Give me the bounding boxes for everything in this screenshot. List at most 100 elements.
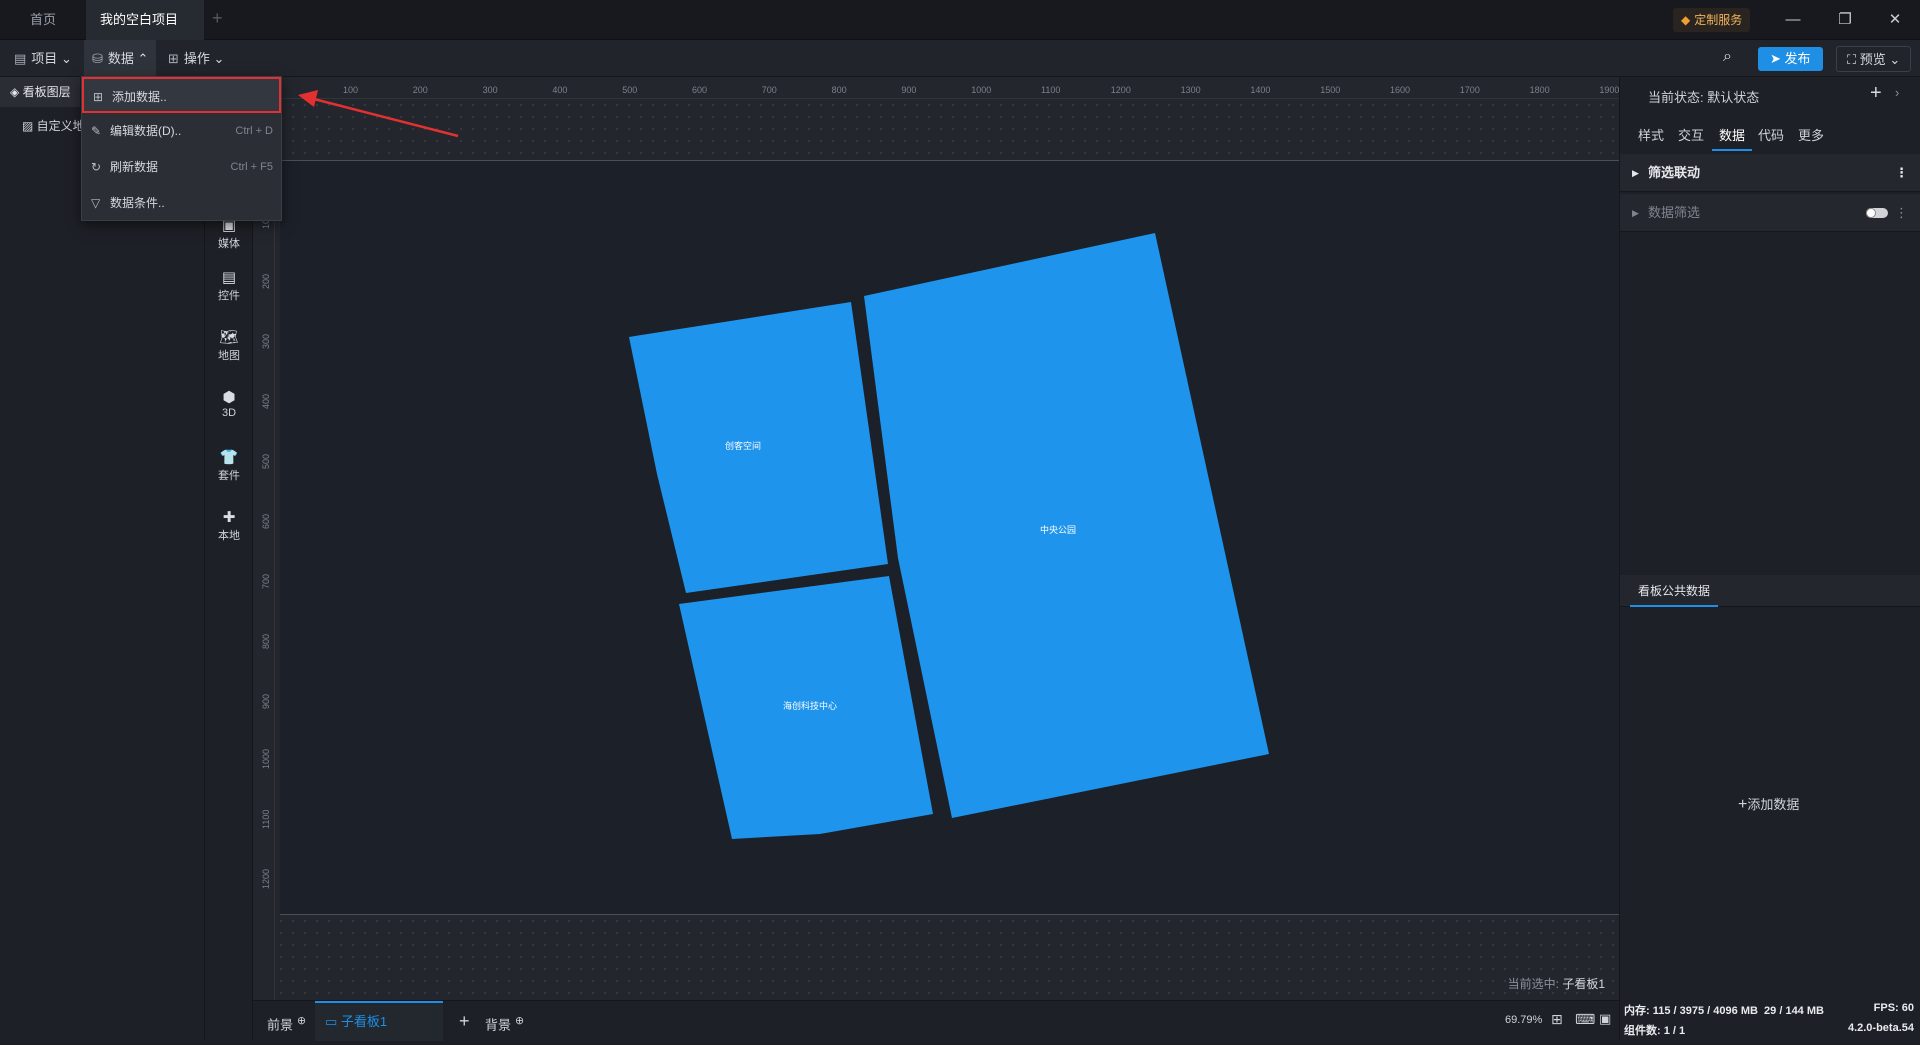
controls-icon: ▤ (221, 269, 237, 286)
ruler-tick-label: 800 (261, 633, 271, 649)
3d-button[interactable]: ⬢ 3D (205, 389, 253, 419)
zoom-level[interactable]: 69.79% (1505, 1014, 1542, 1026)
chevron-up-icon: ⌃ (137, 51, 149, 66)
cube-icon: ⬢ (222, 389, 236, 406)
fullscreen-icon: ⛶ (1847, 52, 1860, 67)
map-layer-icon: ▨ (22, 119, 37, 133)
chevron-down-icon: ⌄ (60, 51, 72, 66)
toolbar: ▤ 项目 ⌄ ⛁ 数据 ⌃ ⊞ 操作 ⌄ ⌕ ➤ 发布 ⛶ 预览 ⌄ (0, 40, 1920, 77)
publish-button[interactable]: ➤ 发布 (1758, 47, 1823, 71)
kit-button[interactable]: 👕 套件 (205, 449, 253, 483)
add-circle-icon[interactable]: ⊕ (297, 1015, 306, 1027)
tab-more[interactable]: 更多 (1798, 121, 1824, 151)
edit-data-item[interactable]: ✎ 编辑数据(D).. Ctrl + D (82, 113, 281, 149)
refresh-data-item[interactable]: ↻ 刷新数据 Ctrl + F5 (82, 149, 281, 185)
current-state: 当前状态: 默认状态 (1648, 90, 1760, 105)
red-arrow-annotation (298, 90, 459, 138)
map-icon: 🗺 (219, 329, 239, 346)
fit-screen-icon[interactable]: ⊞ (1551, 1011, 1563, 1028)
tab-home[interactable]: 首页 (16, 0, 70, 40)
add-data-item[interactable]: ⊞ 添加数据.. (82, 77, 281, 113)
refresh-icon: ↻ (91, 160, 102, 174)
caret-right-icon: ▶ (1632, 208, 1639, 218)
add-data-button[interactable]: +添加数据 (1738, 794, 1799, 814)
ruler-tick-label: 1000 (971, 85, 992, 95)
menu-operate[interactable]: ⊞ 操作 ⌄ (160, 40, 232, 77)
ruler-tick-label: 1800 (1529, 85, 1550, 95)
component-count: 组件数: 1 / 1 (1624, 1025, 1686, 1037)
data-filter-section[interactable]: ▶ 数据筛选 ⋮ (1620, 194, 1920, 232)
chevron-right-icon[interactable]: › (1895, 85, 1899, 100)
version-label: 4.2.0-beta.54 (1847, 1022, 1914, 1034)
preview-button[interactable]: ⛶ 预览 ⌄ (1836, 46, 1912, 72)
puzzle-icon: ✚ (222, 509, 236, 526)
data-filter-toggle[interactable] (1866, 208, 1888, 218)
ruler-tick-label: 1200 (261, 868, 271, 889)
more-vertical-icon[interactable]: ⋮ (1895, 194, 1908, 232)
ruler-tick-label: 700 (761, 85, 777, 95)
shirt-icon: 👕 (219, 449, 239, 466)
search-icon[interactable]: ⌕ (1723, 48, 1732, 66)
send-icon: ➤ (1770, 51, 1785, 66)
ruler-tick-label: 1100 (261, 809, 271, 829)
keyboard-icon[interactable]: ⌨ (1575, 1011, 1595, 1028)
media-button[interactable]: ▣ 媒体 (205, 217, 253, 251)
controls-button[interactable]: ▤ 控件 (205, 269, 253, 303)
caret-right-icon: ▶ (1632, 168, 1639, 178)
data-menu-dropdown: ⊞ 添加数据.. ✎ 编辑数据(D).. Ctrl + D ↻ 刷新数据 Ctrl + F… (81, 76, 282, 221)
menu-project[interactable]: ▤ 项目 ⌄ (6, 40, 80, 77)
layer-panel-title[interactable]: ◈ 看板图层 (0, 77, 80, 107)
sub-board-tab[interactable]: ▭ 子看板1 (315, 1001, 443, 1041)
ruler-tick-label: 500 (261, 453, 271, 469)
tab-data[interactable]: 数据 (1712, 121, 1752, 151)
more-vertical-icon[interactable]: ⋮ (1895, 154, 1908, 192)
memory-status: 内存: 115 / 3975 / 4096 MB 29 / 144 MB (1624, 1005, 1824, 1017)
current-selection: 当前选中: 子看板1 (1507, 977, 1605, 991)
region-label: 创客空间 (725, 440, 761, 451)
ruler-tick-label: 300 (482, 85, 498, 95)
background-tab[interactable]: 背景 ⊕ (475, 1001, 534, 1041)
add-circle-icon[interactable]: ⊕ (515, 1015, 524, 1027)
console-icon[interactable]: ▣ (1599, 1011, 1611, 1027)
ruler-tick-label: 200 (261, 273, 271, 289)
bottom-bar: 前景 ⊕ ▭ 子看板1 + 背景 ⊕ 69.79% ⊞ ⌨ ▣ (253, 1000, 1619, 1041)
filter-icon: ▽ (91, 196, 101, 210)
ruler-tick-label: 300 (261, 333, 271, 349)
custom-service-button[interactable]: ◆ 定制服务 (1673, 8, 1751, 32)
document-icon: ▤ (14, 51, 27, 66)
ruler-tick-label: 900 (261, 693, 271, 709)
filter-link-section[interactable]: ▶ 筛选联动 ⋮ (1620, 154, 1920, 192)
monitor-icon: ▭ (325, 1014, 341, 1029)
menu-data[interactable]: ⛁ 数据 ⌃ (84, 40, 157, 77)
canvas-board[interactable]: 创客空间 中央公园 海创科技中心 (280, 160, 1619, 915)
property-panel: 当前状态: 默认状态 + › 样式 交互 数据 代码 更多 ▶ 筛选联动 ⋮ ▶… (1619, 77, 1920, 1040)
add-state-icon[interactable]: + (1870, 82, 1882, 105)
ruler-tick-label: 1200 (1110, 85, 1131, 95)
front-tab[interactable]: 前景 ⊕ (257, 1001, 316, 1041)
grid-icon: ⊞ (168, 51, 179, 66)
ruler-tick-label: 1900 (1599, 85, 1620, 95)
ruler-tick-label: 1700 (1459, 85, 1480, 95)
public-data-tab[interactable]: 看板公共数据 (1630, 575, 1719, 607)
restore-icon[interactable]: ❐ (1822, 0, 1868, 40)
local-button[interactable]: ✚ 本地 (205, 509, 253, 543)
tab-project[interactable]: 我的空白项目 (86, 0, 204, 65)
ruler-tick-label: 900 (901, 85, 917, 95)
tab-code[interactable]: 代码 (1758, 121, 1784, 151)
fps-status: FPS: 60 (1873, 1002, 1914, 1014)
component-bar: ▣ 媒体 ▤ 控件 🗺 地图 ⬢ 3D 👕 套件 ✚ 本地 (205, 77, 253, 1040)
new-tab-icon[interactable]: + (212, 8, 223, 29)
ruler-tick-label: 600 (261, 513, 271, 529)
close-icon[interactable]: ✕ (1872, 0, 1918, 40)
ruler-tick-label: 1300 (1180, 85, 1201, 95)
layer-item[interactable]: ▨ 自定义地 (22, 117, 85, 134)
ruler-tick-label: 1500 (1320, 85, 1341, 95)
ruler-tick-label: 500 (622, 85, 638, 95)
data-condition-item[interactable]: ▽ 数据条件.. (82, 185, 281, 221)
map-svg: 创客空间 中央公园 海创科技中心 (629, 233, 1269, 839)
minimize-icon[interactable]: — (1770, 0, 1816, 40)
tab-style[interactable]: 样式 (1638, 121, 1664, 151)
tab-interaction[interactable]: 交互 (1678, 121, 1704, 151)
map-button[interactable]: 🗺 地图 (205, 329, 253, 363)
region-label: 中央公园 (1040, 524, 1076, 535)
